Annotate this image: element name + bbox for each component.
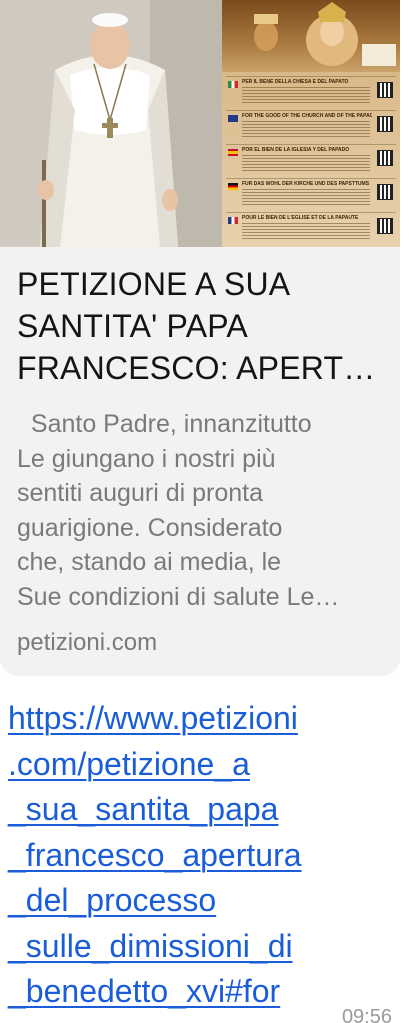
france-flag-icon bbox=[228, 217, 238, 224]
preview-title-line: PETIZIONE A SUA bbox=[17, 266, 291, 302]
poster-row-body bbox=[242, 223, 370, 241]
spain-flag-icon bbox=[228, 149, 238, 156]
qr-code-icon bbox=[377, 218, 393, 234]
poster-row-body bbox=[242, 189, 370, 207]
message-link-line[interactable]: _del_processo bbox=[8, 878, 398, 924]
poster-row-it: PER IL BENE DELLA CHIESA E DEL PAPATO bbox=[226, 76, 396, 111]
poster-row-title: POUR LE BIEN DE L'ÉGLISE ET DE LA PAPAUT… bbox=[242, 215, 359, 221]
poster-row-body bbox=[242, 155, 370, 173]
preview-description-line: Le giungano i nostri più bbox=[17, 444, 276, 473]
message-link-line[interactable]: .com/petizione_a bbox=[8, 742, 398, 788]
uk-flag-icon bbox=[228, 115, 238, 122]
poster-row-title: FOR THE GOOD OF THE CHURCH AND OF THE PA… bbox=[242, 113, 372, 119]
germany-flag-icon bbox=[228, 183, 238, 190]
preview-description-line: Santo Padre, innanzitutto bbox=[17, 410, 312, 438]
qr-code-icon bbox=[377, 150, 393, 166]
preview-description-line: che, stando ai media, le bbox=[17, 548, 282, 576]
preview-description-line: guarigione. Considerato bbox=[17, 513, 283, 542]
preview-thumbnail[interactable]: PER IL BENE DELLA CHIESA E DEL PAPATO FO… bbox=[0, 0, 400, 247]
poster-row-title: POR EL BIEN DE LA IGLESIA Y DEL PAPADO bbox=[242, 147, 350, 153]
poster-row-title: PER IL BENE DELLA CHIESA E DEL PAPATO bbox=[242, 79, 349, 85]
poster-row-en: FOR THE GOOD OF THE CHURCH AND OF THE PA… bbox=[226, 110, 396, 145]
pope-photo bbox=[0, 0, 222, 247]
link-preview-card[interactable]: PER IL BENE DELLA CHIESA E DEL PAPATO FO… bbox=[0, 0, 400, 676]
message-link[interactable]: https://www.petizioni .com/petizione_a _… bbox=[8, 696, 398, 1015]
poster-row-fr: POUR LE BIEN DE L'ÉGLISE ET DE LA PAPAUT… bbox=[226, 212, 396, 247]
preview-title-line: SANTITA' PAPA bbox=[17, 308, 248, 344]
preview-description-line: Sue condizioni di salute Le… bbox=[17, 582, 340, 611]
chat-message-screen: PER IL BENE DELLA CHIESA E DEL PAPATO FO… bbox=[0, 0, 410, 1023]
message-link-line[interactable]: _sua_santita_papa bbox=[8, 787, 398, 833]
poster-row-es: POR EL BIEN DE LA IGLESIA Y DEL PAPADO bbox=[226, 144, 396, 179]
message-link-line[interactable]: _francesco_apertura bbox=[8, 833, 398, 879]
poster-row-body bbox=[242, 87, 370, 105]
preview-domain: petizioni.com bbox=[17, 629, 158, 656]
qr-code-icon bbox=[377, 82, 393, 98]
qr-code-icon bbox=[377, 184, 393, 200]
italy-flag-icon bbox=[228, 81, 238, 88]
poster-row-body bbox=[242, 121, 370, 139]
petition-poster: PER IL BENE DELLA CHIESA E DEL PAPATO FO… bbox=[222, 0, 400, 247]
message-link-line[interactable]: _benedetto_xvi#for bbox=[8, 969, 398, 1015]
preview-title-line: FRANCESCO: APERT… bbox=[17, 350, 376, 386]
poster-header-image bbox=[222, 0, 400, 72]
poster-row-title: FÜR DAS WOHL DER KIRCHE UND DES PAPSTTUM… bbox=[242, 181, 370, 187]
preview-description: Santo Padre, innanzitutto Le giungano i … bbox=[17, 407, 387, 614]
message-link-line[interactable]: https://www.petizioni bbox=[8, 696, 398, 742]
poster-row-de: FÜR DAS WOHL DER KIRCHE UND DES PAPSTTUM… bbox=[226, 178, 396, 213]
qr-code-icon bbox=[377, 116, 393, 132]
preview-description-line: sentiti auguri di pronta bbox=[17, 479, 263, 507]
preview-title[interactable]: PETIZIONE A SUA SANTITA' PAPA FRANCESCO:… bbox=[17, 263, 387, 389]
message-link-line[interactable]: _sulle_dimissioni_di bbox=[8, 924, 398, 970]
message-timestamp: 09:56 bbox=[341, 1006, 392, 1023]
